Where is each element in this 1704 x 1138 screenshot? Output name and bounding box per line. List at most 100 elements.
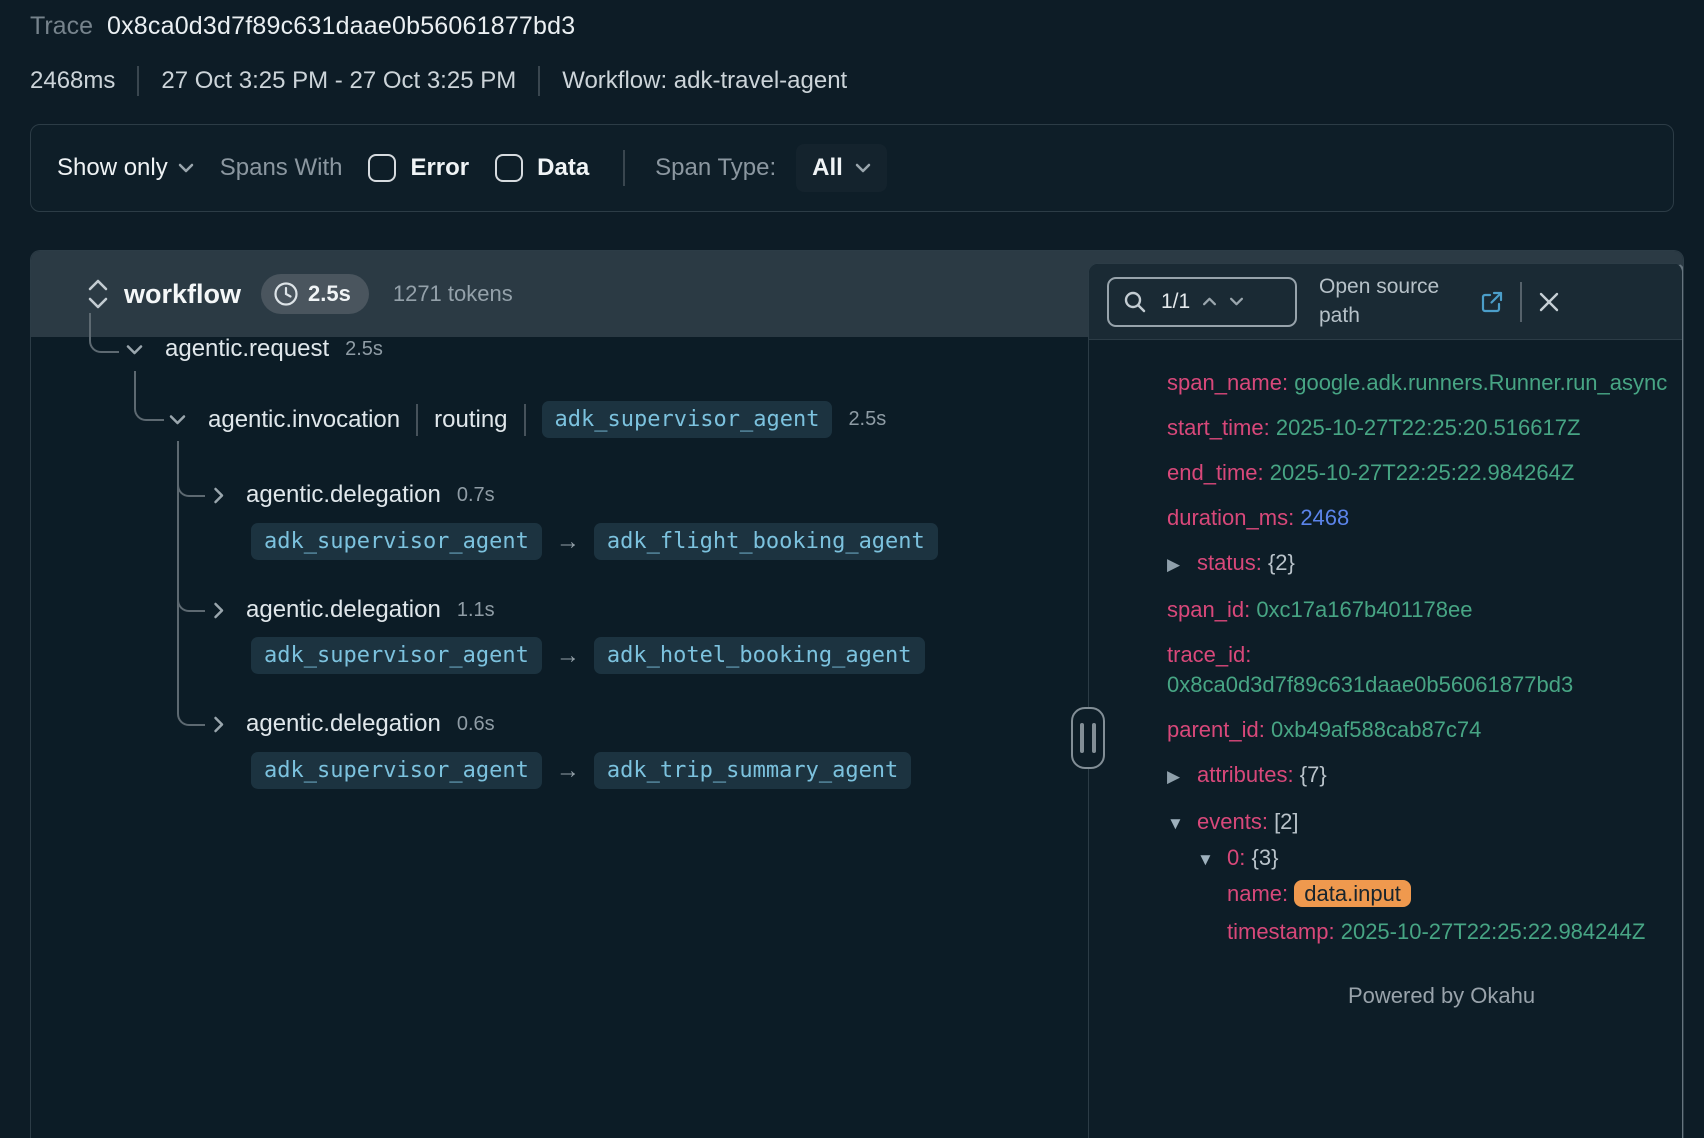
field-key: status: bbox=[1197, 550, 1262, 575]
show-only-label: Show only bbox=[57, 154, 168, 182]
agent-chip-from[interactable]: adk_supervisor_agent bbox=[251, 752, 542, 789]
handle-bar bbox=[1092, 723, 1096, 753]
field-value: 0xb49af588cab87c74 bbox=[1271, 717, 1481, 742]
span-row-agentic-delegation[interactable]: agentic.delegation 0.7s bbox=[213, 481, 495, 509]
trace-workflow-name: Workflow: adk-travel-agent bbox=[562, 67, 847, 95]
trace-meta-row: 2468ms 27 Oct 3:25 PM - 27 Oct 3:25 PM W… bbox=[30, 66, 847, 96]
field-event-0: 0: {3} bbox=[1197, 843, 1668, 875]
page-title: Trace 0x8ca0d3d7f89c631daae0b56061877bd3 bbox=[30, 12, 575, 41]
chevron-right-icon[interactable] bbox=[213, 487, 224, 504]
chevron-right-icon[interactable] bbox=[213, 716, 224, 733]
external-link-icon[interactable] bbox=[1479, 289, 1505, 315]
field-event-timestamp: timestamp: 2025-10-27T22:25:22.984244Z bbox=[1227, 917, 1668, 947]
field-span-name: span_name: google.adk.runners.Runner.run… bbox=[1167, 368, 1668, 398]
arrow-right-icon: → bbox=[556, 757, 580, 785]
chevron-up-icon[interactable] bbox=[1202, 297, 1217, 306]
trace-main-panel: workflow 2.5s 1271 tokens agentic.reques… bbox=[30, 250, 1684, 1138]
chevron-down-icon[interactable] bbox=[169, 414, 186, 425]
spans-with-label: Spans With bbox=[220, 154, 343, 182]
workflow-token-count: 1271 tokens bbox=[393, 281, 513, 307]
span-row-agentic-delegation[interactable]: agentic.delegation 1.1s bbox=[213, 596, 495, 624]
field-key: span_name: bbox=[1167, 370, 1288, 395]
field-events: events: [2] bbox=[1167, 807, 1668, 839]
error-checkbox[interactable] bbox=[368, 154, 396, 182]
row-separator bbox=[416, 404, 418, 436]
chevron-down-icon[interactable] bbox=[1229, 297, 1244, 306]
field-value: {3} bbox=[1251, 845, 1278, 870]
field-key: start_time: bbox=[1167, 415, 1270, 440]
field-key: 0: bbox=[1227, 845, 1245, 870]
workflow-duration-pill: 2.5s bbox=[261, 274, 369, 314]
clock-icon bbox=[273, 281, 299, 307]
triangle-expanded-icon[interactable] bbox=[1167, 809, 1197, 839]
tree-connector bbox=[134, 371, 164, 421]
span-type-label: Span Type: bbox=[655, 154, 776, 182]
field-parent-id: parent_id: 0xb49af588cab87c74 bbox=[1167, 715, 1668, 745]
trace-duration: 2468ms bbox=[30, 67, 115, 95]
panel-resize-handle[interactable] bbox=[1071, 707, 1105, 769]
span-name: agentic.request bbox=[165, 335, 329, 363]
agent-chip-from[interactable]: adk_supervisor_agent bbox=[251, 637, 542, 674]
arrow-right-icon: → bbox=[556, 528, 580, 556]
chevron-down-icon bbox=[178, 163, 194, 173]
field-value: 2025-10-27T22:25:22.984264Z bbox=[1270, 460, 1575, 485]
trace-time-range: 27 Oct 3:25 PM - 27 Oct 3:25 PM bbox=[161, 67, 516, 95]
span-duration: 2.5s bbox=[345, 338, 383, 361]
span-duration: 2.5s bbox=[848, 408, 886, 431]
span-name: agentic.delegation bbox=[246, 596, 441, 624]
field-status: status: {2} bbox=[1167, 548, 1668, 580]
field-span-id: span_id: 0xc17a167b401178ee bbox=[1167, 595, 1668, 625]
triangle-collapsed-icon[interactable] bbox=[1167, 550, 1197, 580]
field-key: attributes: bbox=[1197, 762, 1294, 787]
span-row-agentic-request[interactable]: agentic.request 2.5s bbox=[126, 335, 383, 363]
agent-chip-from[interactable]: adk_supervisor_agent bbox=[251, 523, 542, 560]
arrow-right-icon: → bbox=[556, 642, 580, 670]
filter-bar: Show only Spans With Error Data Span Typ… bbox=[30, 124, 1674, 212]
span-name: agentic.invocation bbox=[208, 406, 400, 434]
span-detail-panel: 1/1 Open source path span_name: google.a… bbox=[1088, 263, 1684, 1138]
field-start-time: start_time: 2025-10-27T22:25:20.516617Z bbox=[1167, 413, 1668, 443]
trace-id-value: 0x8ca0d3d7f89c631daae0b56061877bd3 bbox=[107, 12, 575, 41]
data-checkbox-label: Data bbox=[537, 154, 589, 182]
chevron-down-icon[interactable] bbox=[126, 344, 143, 355]
search-match-count: 1/1 bbox=[1161, 290, 1190, 314]
field-value: {7} bbox=[1300, 762, 1327, 787]
delegation-agents-row: adk_supervisor_agent → adk_flight_bookin… bbox=[251, 523, 938, 560]
open-source-path-link[interactable]: Open source path bbox=[1319, 273, 1471, 330]
field-value: [2] bbox=[1274, 809, 1298, 834]
search-icon bbox=[1123, 290, 1147, 314]
expand-collapse-all-icon[interactable] bbox=[86, 277, 110, 311]
span-type-select[interactable]: All bbox=[796, 144, 887, 192]
span-name: agentic.delegation bbox=[246, 710, 441, 738]
close-icon[interactable] bbox=[1537, 290, 1561, 314]
agent-chip-to[interactable]: adk_flight_booking_agent bbox=[594, 523, 938, 560]
field-value: google.adk.runners.Runner.run_async bbox=[1294, 370, 1667, 395]
triangle-expanded-icon[interactable] bbox=[1197, 845, 1227, 875]
field-value: 2025-10-27T22:25:20.516617Z bbox=[1276, 415, 1581, 440]
tree-connector bbox=[89, 313, 119, 353]
delegation-agents-row: adk_supervisor_agent → adk_hotel_booking… bbox=[251, 637, 925, 674]
chevron-down-icon bbox=[855, 163, 871, 173]
field-key: trace_id: bbox=[1167, 642, 1251, 667]
field-value: 0x8ca0d3d7f89c631daae0b56061877bd3 bbox=[1167, 672, 1573, 697]
search-input[interactable]: 1/1 bbox=[1107, 277, 1297, 327]
field-key: span_id: bbox=[1167, 597, 1250, 622]
span-duration: 0.6s bbox=[457, 713, 495, 736]
meta-separator bbox=[137, 66, 139, 96]
span-row-agentic-delegation[interactable]: agentic.delegation 0.6s bbox=[213, 710, 495, 738]
span-attributes-json: span_name: google.adk.runners.Runner.run… bbox=[1089, 340, 1682, 947]
span-row-agentic-invocation[interactable]: agentic.invocation routing adk_superviso… bbox=[169, 401, 886, 438]
data-checkbox[interactable] bbox=[495, 154, 523, 182]
show-only-dropdown[interactable]: Show only bbox=[57, 154, 194, 182]
field-key: parent_id: bbox=[1167, 717, 1265, 742]
field-value: {2} bbox=[1268, 550, 1295, 575]
workflow-root-label[interactable]: workflow bbox=[124, 279, 241, 310]
row-separator bbox=[524, 404, 526, 436]
chevron-right-icon[interactable] bbox=[213, 602, 224, 619]
agent-chip-supervisor[interactable]: adk_supervisor_agent bbox=[542, 401, 833, 438]
agent-chip-to[interactable]: adk_hotel_booking_agent bbox=[594, 637, 925, 674]
agent-chip-to[interactable]: adk_trip_summary_agent bbox=[594, 752, 911, 789]
triangle-collapsed-icon[interactable] bbox=[1167, 762, 1197, 792]
field-key: end_time: bbox=[1167, 460, 1264, 485]
field-attributes: attributes: {7} bbox=[1167, 760, 1668, 792]
